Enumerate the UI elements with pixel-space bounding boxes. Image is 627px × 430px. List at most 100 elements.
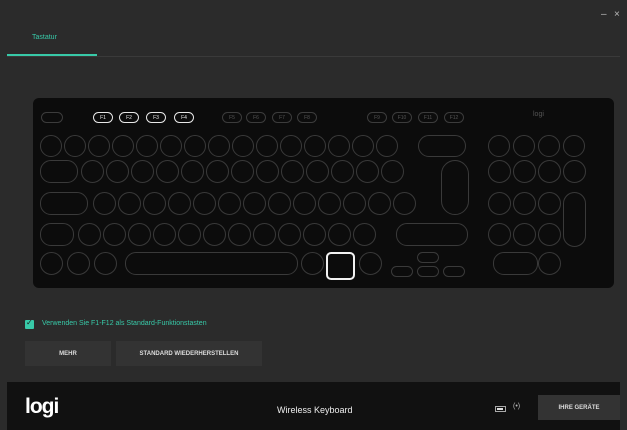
- key: [178, 223, 201, 246]
- f9-key[interactable]: F9: [367, 112, 387, 123]
- left-shift-key: [40, 223, 74, 246]
- key: [112, 135, 134, 157]
- more-button[interactable]: MEHR: [25, 341, 111, 366]
- key: [40, 135, 62, 157]
- f4-key[interactable]: F4: [174, 112, 194, 123]
- key: [343, 192, 366, 215]
- key: [40, 252, 63, 275]
- arrow-left-key: [391, 266, 413, 277]
- key: [538, 223, 561, 246]
- key: [232, 135, 254, 157]
- key: [64, 135, 86, 157]
- key: [253, 223, 276, 246]
- key: [328, 223, 351, 246]
- key: [256, 160, 279, 183]
- key: [352, 135, 374, 157]
- numpad-plus-key: [563, 192, 586, 247]
- key: [156, 160, 179, 183]
- key: [218, 192, 241, 215]
- key: [513, 192, 536, 215]
- arrow-up-key: [417, 252, 439, 263]
- key: [153, 223, 176, 246]
- caps-lock-key: [40, 192, 88, 215]
- key: [106, 160, 129, 183]
- key: [256, 135, 278, 157]
- numpad-zero-key: [493, 252, 538, 275]
- key: [103, 223, 126, 246]
- device-name: Wireless Keyboard: [277, 405, 353, 415]
- key: [328, 135, 350, 157]
- tab-keyboard-label: Tastatur: [32, 34, 57, 41]
- arrow-down-key: [417, 266, 439, 277]
- right-shift-key: [396, 223, 468, 246]
- key: [304, 135, 326, 157]
- key: [160, 135, 182, 157]
- key: [488, 192, 511, 215]
- key: [206, 160, 229, 183]
- key: [131, 160, 154, 183]
- key: [563, 135, 585, 157]
- f3-key[interactable]: F3: [146, 112, 166, 123]
- tab-keyboard[interactable]: Tastatur: [7, 21, 97, 56]
- fkeys-checkbox-label[interactable]: Verwenden Sie F1-F12 als Standard-Funkti…: [42, 320, 207, 327]
- key: [563, 160, 586, 183]
- esc-key: [41, 112, 63, 123]
- key: [488, 223, 511, 246]
- key: [513, 223, 536, 246]
- f11-key[interactable]: F11: [418, 112, 438, 123]
- key: [301, 252, 324, 275]
- key: [128, 223, 151, 246]
- connection-icon: (•): [513, 403, 521, 410]
- key: [231, 160, 254, 183]
- key: [488, 135, 510, 157]
- minimize-button[interactable]: –: [601, 9, 607, 20]
- key: [136, 135, 158, 157]
- key: [88, 135, 110, 157]
- key: [306, 160, 329, 183]
- key: [488, 160, 511, 183]
- keyboard-image: logi F1 F2 F3 F4 F5 F6 F7 F8 F9 F10 F11 …: [33, 98, 614, 288]
- f6-key[interactable]: F6: [246, 112, 266, 123]
- f5-key[interactable]: F5: [222, 112, 242, 123]
- key: [184, 135, 206, 157]
- key: [193, 192, 216, 215]
- key: [381, 160, 404, 183]
- f7-key[interactable]: F7: [272, 112, 292, 123]
- key: [208, 135, 230, 157]
- key: [118, 192, 141, 215]
- fkeys-checkbox[interactable]: ✓: [25, 318, 34, 329]
- key: [280, 135, 302, 157]
- key: [228, 223, 251, 246]
- key: [181, 160, 204, 183]
- key: [81, 160, 104, 183]
- key: [94, 252, 117, 275]
- restore-defaults-button[interactable]: STANDARD WIEDERHERSTELLEN: [116, 341, 262, 366]
- key: [203, 223, 226, 246]
- key: [356, 160, 379, 183]
- options-window: – × Tastatur logi F1 F2 F3 F4 F5 F6 F7 F…: [0, 0, 627, 430]
- close-button[interactable]: ×: [614, 9, 620, 20]
- f8-key[interactable]: F8: [297, 112, 317, 123]
- key: [513, 160, 536, 183]
- f10-key[interactable]: F10: [392, 112, 412, 123]
- key: [243, 192, 266, 215]
- enter-key: [441, 160, 469, 215]
- key: [359, 252, 382, 275]
- key: [331, 160, 354, 183]
- tab-divider: [7, 56, 620, 57]
- battery-icon: [495, 406, 506, 412]
- f2-key[interactable]: F2: [119, 112, 139, 123]
- key: [513, 135, 535, 157]
- f12-key[interactable]: F12: [444, 112, 464, 123]
- selected-key-highlight[interactable]: [326, 252, 355, 280]
- key: [168, 192, 191, 215]
- arrow-right-key: [443, 266, 465, 277]
- key: [93, 192, 116, 215]
- f1-key[interactable]: F1: [93, 112, 113, 123]
- space-key: [125, 252, 298, 275]
- footer-bar: logi Wireless Keyboard (•) IHRE GERÄTE: [7, 382, 620, 430]
- your-devices-button[interactable]: IHRE GERÄTE: [538, 395, 620, 420]
- key: [538, 192, 561, 215]
- key: [368, 192, 391, 215]
- logi-logo: logi: [25, 395, 59, 418]
